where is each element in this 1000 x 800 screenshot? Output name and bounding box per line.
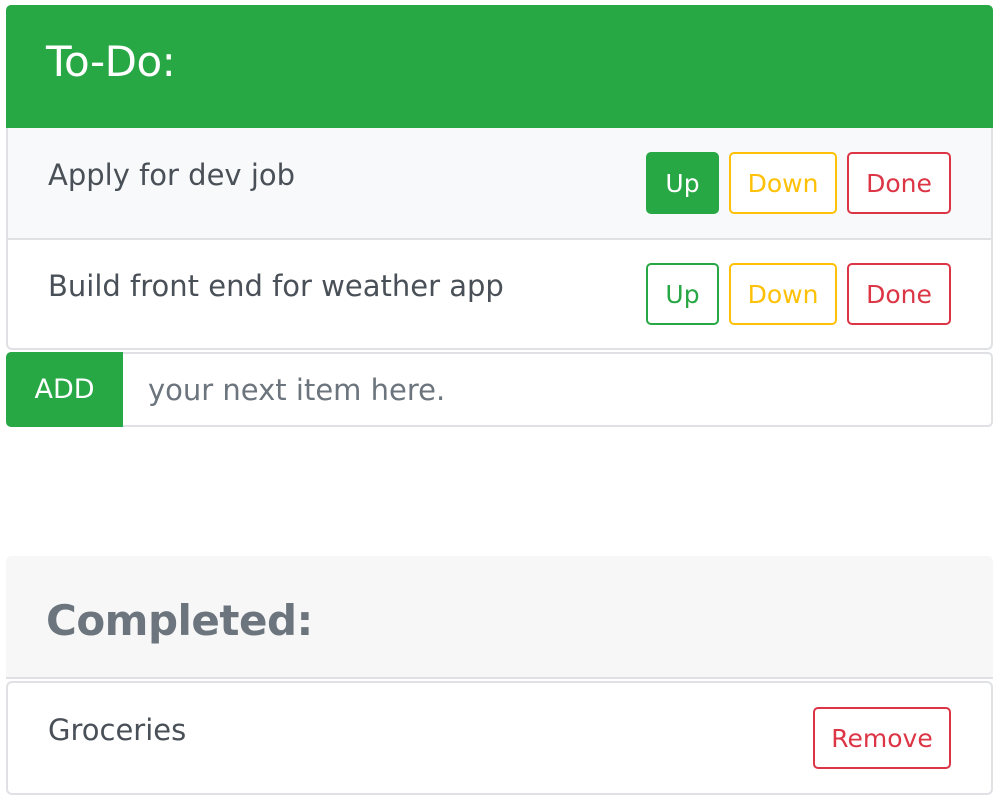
up-button[interactable]: Up xyxy=(646,152,719,214)
completed-title: Completed: xyxy=(46,596,313,645)
down-button[interactable]: Down xyxy=(729,152,837,214)
add-button[interactable]: ADD xyxy=(6,352,123,427)
remove-button[interactable]: Remove xyxy=(813,707,951,769)
todo-card: To-Do: Apply for dev job Up Down Done Bu… xyxy=(6,5,993,427)
todo-item-text: Apply for dev job xyxy=(48,158,296,192)
todo-item: Apply for dev job Up Down Done xyxy=(8,128,991,238)
todo-item-actions: Up Down Done xyxy=(646,152,951,214)
todo-item-actions: Up Down Done xyxy=(646,263,951,325)
completed-card: Completed: Groceries Remove xyxy=(6,556,993,795)
completed-header: Completed: xyxy=(6,556,993,679)
completed-item: Groceries Remove xyxy=(8,683,991,793)
todo-title: To-Do: xyxy=(46,37,176,86)
completed-item-text: Groceries xyxy=(48,713,187,747)
add-item-row: ADD xyxy=(6,352,993,427)
todo-item: Build front end for weather app Up Down … xyxy=(8,238,991,348)
up-button[interactable]: Up xyxy=(646,263,719,325)
completed-list: Groceries Remove xyxy=(6,681,993,795)
new-item-input[interactable] xyxy=(123,352,993,427)
done-button[interactable]: Done xyxy=(847,152,951,214)
done-button[interactable]: Done xyxy=(847,263,951,325)
todo-header: To-Do: xyxy=(6,5,993,128)
todo-list: Apply for dev job Up Down Done Build fro… xyxy=(6,128,993,350)
todo-item-text: Build front end for weather app xyxy=(48,269,504,303)
down-button[interactable]: Down xyxy=(729,263,837,325)
